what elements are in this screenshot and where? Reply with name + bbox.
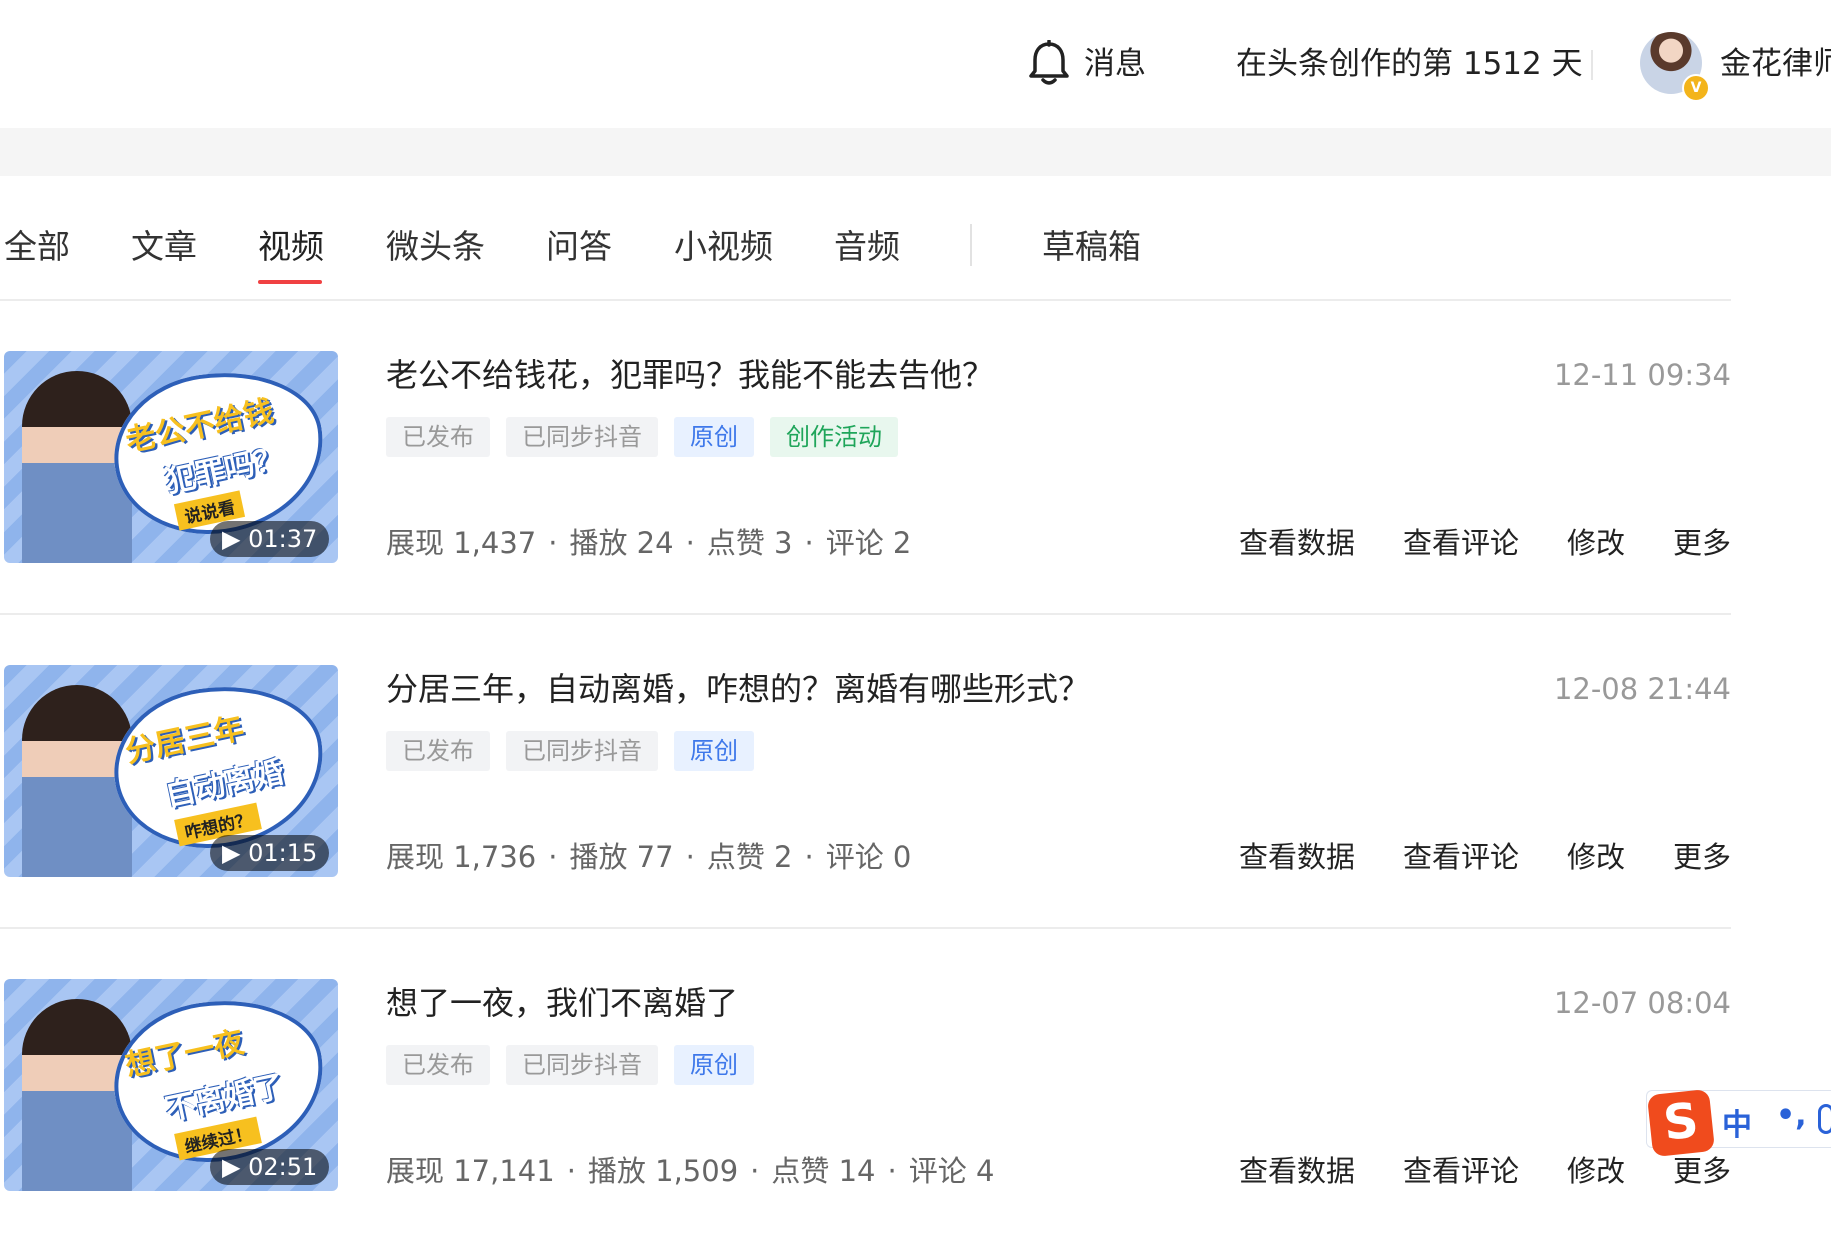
- original-badge: 原创: [674, 731, 754, 771]
- status-badge: 已同步抖音: [506, 731, 658, 771]
- tab-drafts[interactable]: 草稿箱: [1042, 225, 1141, 269]
- original-badge: 原创: [674, 1045, 754, 1085]
- separator-dot: ·: [887, 1154, 897, 1188]
- tab-articles[interactable]: 文章: [131, 225, 197, 269]
- activity-badge[interactable]: 创作活动: [770, 417, 898, 457]
- publish-date: 12-11 09:34: [1553, 358, 1731, 392]
- stat-impressions: 展现 1,437: [386, 526, 537, 560]
- ime-mode-toggle[interactable]: 中: [1722, 1100, 1752, 1144]
- item-actions: 查看数据 查看评论 修改 更多: [1239, 837, 1731, 877]
- verified-badge-icon: V: [1682, 74, 1710, 102]
- tab-micro-posts[interactable]: 微头条: [386, 225, 485, 269]
- video-duration: ▶ 01:37: [210, 521, 330, 557]
- item-actions: 查看数据 查看评论 修改 更多: [1239, 1151, 1731, 1191]
- publish-date: 12-08 21:44: [1553, 672, 1731, 706]
- video-thumbnail[interactable]: 想了一夜 不离婚了 继续过！ ▶ 02:51: [4, 979, 338, 1191]
- stat-plays: 播放 24: [569, 526, 674, 560]
- status-badge: 已发布: [386, 1045, 490, 1085]
- stat-plays: 播放 1,509: [587, 1154, 739, 1188]
- status-badge: 已发布: [386, 731, 490, 771]
- stat-comments: 评论 4: [908, 1154, 995, 1188]
- tab-short-videos[interactable]: 小视频: [674, 225, 773, 269]
- separator-dot: ·: [750, 1154, 760, 1188]
- stat-comments: 评论 0: [825, 840, 912, 874]
- edit-link[interactable]: 修改: [1567, 837, 1625, 877]
- list-item: 分居三年 自动离婚 咋想的？ ▶ 01:15 分居三年，自动离婚，咋想的？离婚有…: [0, 615, 1731, 929]
- view-data-link[interactable]: 查看数据: [1239, 1151, 1355, 1191]
- publish-date: 12-07 08:04: [1553, 986, 1731, 1020]
- microphone-icon[interactable]: [1818, 1104, 1831, 1134]
- stat-comments: 评论 2: [825, 526, 912, 560]
- video-stats: 展现 17,141 · 播放 1,509 · 点赞 14 · 评论 4: [386, 1151, 994, 1191]
- video-title[interactable]: 想了一夜，我们不离婚了: [386, 981, 738, 1025]
- original-badge: 原创: [674, 417, 754, 457]
- separator-dot: ·: [685, 526, 695, 560]
- list-item: 老公不给钱 犯罪吗？ 说说看 ▶ 01:37 老公不给钱花，犯罪吗？我能不能去告…: [0, 301, 1731, 615]
- ime-punctuation-toggle[interactable]: •,: [1776, 1098, 1807, 1133]
- view-comments-link[interactable]: 查看评论: [1403, 523, 1519, 563]
- header-band: [0, 128, 1831, 176]
- view-comments-link[interactable]: 查看评论: [1403, 837, 1519, 877]
- video-duration: ▶ 02:51: [210, 1149, 330, 1185]
- header-divider: [1591, 50, 1593, 80]
- video-stats: 展现 1,437 · 播放 24 · 点赞 3 · 评论 2: [386, 523, 911, 563]
- user-name[interactable]: 金花律师: [1720, 44, 1831, 84]
- status-badge: 已发布: [386, 417, 490, 457]
- tab-all[interactable]: 全部: [4, 225, 70, 269]
- stat-likes: 点赞 2: [706, 840, 793, 874]
- separator-dot: ·: [566, 1154, 576, 1188]
- tab-qa[interactable]: 问答: [546, 225, 612, 269]
- stat-likes: 点赞 14: [771, 1154, 876, 1188]
- more-link[interactable]: 更多: [1673, 837, 1731, 877]
- more-link[interactable]: 更多: [1673, 1151, 1731, 1191]
- status-badges: 已发布 已同步抖音 原创: [386, 1045, 754, 1085]
- status-badge: 已同步抖音: [506, 417, 658, 457]
- stat-impressions: 展现 17,141: [386, 1154, 555, 1188]
- list-item: 想了一夜 不离婚了 继续过！ ▶ 02:51 想了一夜，我们不离婚了 12-07…: [0, 929, 1731, 1243]
- separator-dot: ·: [804, 526, 814, 560]
- status-badges: 已发布 已同步抖音 原创: [386, 731, 754, 771]
- separator-dot: ·: [685, 840, 695, 874]
- messages-link[interactable]: 消息: [1084, 44, 1146, 84]
- separator-dot: ·: [804, 840, 814, 874]
- status-badges: 已发布 已同步抖音 原创 创作活动: [386, 417, 898, 457]
- video-thumbnail[interactable]: 分居三年 自动离婚 咋想的？ ▶ 01:15: [4, 665, 338, 877]
- video-title[interactable]: 分居三年，自动离婚，咋想的？离婚有哪些形式？: [386, 667, 1090, 711]
- active-tab-indicator: [258, 280, 322, 284]
- video-thumbnail[interactable]: 老公不给钱 犯罪吗？ 说说看 ▶ 01:37: [4, 351, 338, 563]
- ime-logo-icon[interactable]: S: [1646, 1088, 1716, 1158]
- view-data-link[interactable]: 查看数据: [1239, 837, 1355, 877]
- video-duration: ▶ 01:15: [210, 835, 330, 871]
- tab-separator: [970, 224, 972, 266]
- bell-icon[interactable]: [1026, 40, 1072, 88]
- video-stats: 展现 1,736 · 播放 77 · 点赞 2 · 评论 0: [386, 837, 911, 877]
- separator-dot: ·: [548, 840, 558, 874]
- stat-likes: 点赞 3: [706, 526, 793, 560]
- edit-link[interactable]: 修改: [1567, 523, 1625, 563]
- view-data-link[interactable]: 查看数据: [1239, 523, 1355, 563]
- tab-videos[interactable]: 视频: [258, 225, 324, 269]
- stat-plays: 播放 77: [569, 840, 674, 874]
- stat-impressions: 展现 1,736: [386, 840, 537, 874]
- separator-dot: ·: [548, 526, 558, 560]
- video-title[interactable]: 老公不给钱花，犯罪吗？我能不能去告他？: [386, 353, 994, 397]
- more-link[interactable]: 更多: [1673, 523, 1731, 563]
- status-badge: 已同步抖音: [506, 1045, 658, 1085]
- edit-link[interactable]: 修改: [1567, 1151, 1625, 1191]
- creation-days-text: 在头条创作的第 1512 天: [1236, 46, 1583, 82]
- tab-audio[interactable]: 音频: [834, 225, 900, 269]
- item-actions: 查看数据 查看评论 修改 更多: [1239, 523, 1731, 563]
- view-comments-link[interactable]: 查看评论: [1403, 1151, 1519, 1191]
